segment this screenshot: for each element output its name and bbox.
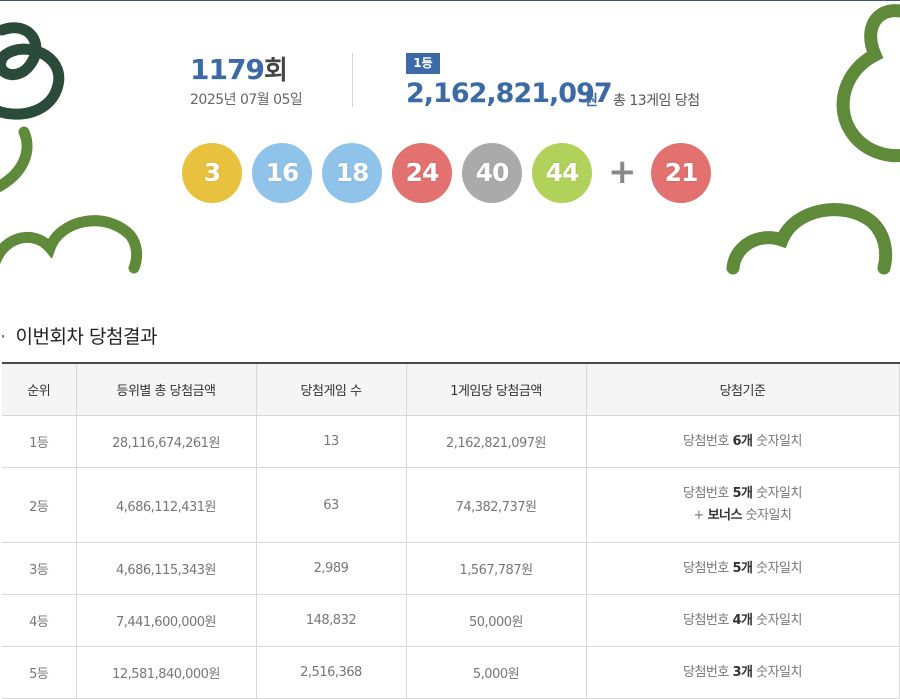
winning-ball-2: 16 [252, 143, 312, 203]
decor-left-hill [0, 215, 143, 274]
winning-ball-6: 44 [532, 143, 592, 203]
decor-left-arc [0, 126, 33, 193]
cell-games: 148,832 [255, 594, 407, 647]
plus-sign: + [608, 152, 637, 192]
bullet-dot-icon: · [0, 326, 6, 348]
winning-ball-3: 18 [322, 143, 382, 203]
cell-games: 2,989 [255, 542, 407, 595]
cell-criteria: 당첨번호 4개 숫자일치 [585, 594, 900, 647]
criteria-line2-suffix: 숫자일치 [741, 508, 792, 523]
draw-date: 2025년 07월 05일 [190, 92, 303, 108]
cell-rank: 3등 [2, 542, 77, 595]
criteria-count: 5개 [732, 486, 753, 501]
header-per-game-amount: 1게임당 당첨금액 [405, 362, 587, 416]
draw-round-suffix: 회 [263, 56, 288, 86]
criteria-suffix: 숫자일치 [752, 433, 802, 449]
bonus-ball: 21 [651, 143, 711, 203]
winning-ball-1: 3 [182, 143, 242, 203]
cell-rank: 4등 [2, 594, 77, 647]
header-divider [352, 53, 353, 107]
results-table: 순위 등위별 총 당첨금액 당첨게임 수 1게임당 당첨금액 당첨기준 1등 2… [2, 362, 900, 699]
cell-per-game: 74,382,737원 [405, 467, 587, 543]
table-row: 2등 4,686,112,431원 63 74,382,737원 당첨번호 5개… [2, 467, 900, 543]
decorative-leaf-shapes [0, 4, 900, 275]
cell-criteria: 당첨번호 6개 숫자일치 [585, 415, 900, 468]
table-row: 1등 28,116,674,261원 13 2,162,821,097원 당첨번… [2, 415, 900, 468]
cell-total: 4,686,115,343원 [75, 542, 257, 595]
section-title: · 이번회차 당첨결과 [0, 322, 157, 349]
cell-rank: 5등 [2, 646, 77, 699]
first-prize-unit: 원 [585, 93, 598, 109]
cell-rank: 1등 [2, 415, 77, 468]
winning-ball-5: 40 [462, 143, 522, 203]
header-rank: 순위 [2, 362, 77, 416]
cell-criteria: 당첨번호 5개 숫자일치 + 보너스 숫자일치 [585, 467, 900, 543]
criteria-suffix: 숫자일치 [752, 612, 802, 628]
draw-round-number: 1179 [190, 53, 265, 86]
table-row: 5등 12,581,840,000원 2,516,368 5,000원 당첨번호… [2, 646, 900, 699]
criteria-prefix: 당첨번호 [683, 486, 733, 501]
decor-right-hill [726, 203, 893, 275]
cell-games: 13 [255, 415, 407, 468]
criteria-count: 4개 [732, 612, 753, 628]
first-prize-badge: 1등 [406, 53, 440, 74]
cell-games: 2,516,368 [255, 646, 407, 699]
table-header-row: 순위 등위별 총 당첨금액 당첨게임 수 1게임당 당첨금액 당첨기준 [2, 362, 900, 416]
criteria-prefix: 당첨번호 [683, 664, 733, 680]
winning-ball-4: 24 [392, 143, 452, 203]
decor-left-swirl [0, 22, 65, 120]
cell-per-game: 50,000원 [405, 594, 587, 647]
cell-per-game: 5,000원 [405, 646, 587, 699]
header-total-amount: 등위별 총 당첨금액 [75, 362, 257, 416]
first-prize-amount: 2,162,821,097 [406, 78, 613, 109]
table-row: 3등 4,686,115,343원 2,989 1,567,787원 당첨번호 … [2, 542, 900, 595]
cell-total: 28,116,674,261원 [75, 415, 257, 468]
criteria-line2-prefix: + [693, 508, 708, 523]
cell-per-game: 1,567,787원 [405, 542, 587, 595]
criteria-count: 6개 [732, 433, 753, 449]
cell-per-game: 2,162,821,097원 [405, 415, 587, 468]
cell-games: 63 [255, 467, 407, 543]
cell-total: 12,581,840,000원 [75, 646, 257, 699]
criteria-count: 3개 [732, 664, 753, 680]
criteria-count: 5개 [732, 560, 753, 576]
criteria-prefix: 당첨번호 [683, 560, 733, 576]
cell-criteria: 당첨번호 5개 숫자일치 [585, 542, 900, 595]
cell-total: 7,441,600,000원 [75, 594, 257, 647]
criteria-bonus: 보너스 [707, 508, 743, 523]
header-criteria: 당첨기준 [585, 362, 900, 416]
section-title-text: 이번회차 당첨결과 [15, 326, 158, 348]
criteria-prefix: 당첨번호 [683, 433, 733, 449]
criteria-suffix: 숫자일치 [752, 560, 802, 576]
criteria-suffix: 숫자일치 [752, 486, 802, 501]
cell-total: 4,686,112,431원 [75, 467, 257, 543]
criteria-prefix: 당첨번호 [683, 612, 733, 628]
first-prize-winners: 총 13게임 당첨 [613, 93, 700, 109]
draw-round: 1179회 [190, 50, 288, 87]
draw-result-hero: 1179회 2025년 07월 05일 1등 2,162,821,097 원 총… [0, 0, 900, 290]
cell-criteria: 당첨번호 3개 숫자일치 [585, 646, 900, 699]
table-row: 4등 7,441,600,000원 148,832 50,000원 당첨번호 4… [2, 594, 900, 647]
decor-right-cloud [836, 4, 900, 163]
criteria-suffix: 숫자일치 [752, 664, 802, 680]
cell-rank: 2등 [2, 467, 77, 543]
header-winning-games: 당첨게임 수 [255, 362, 407, 416]
